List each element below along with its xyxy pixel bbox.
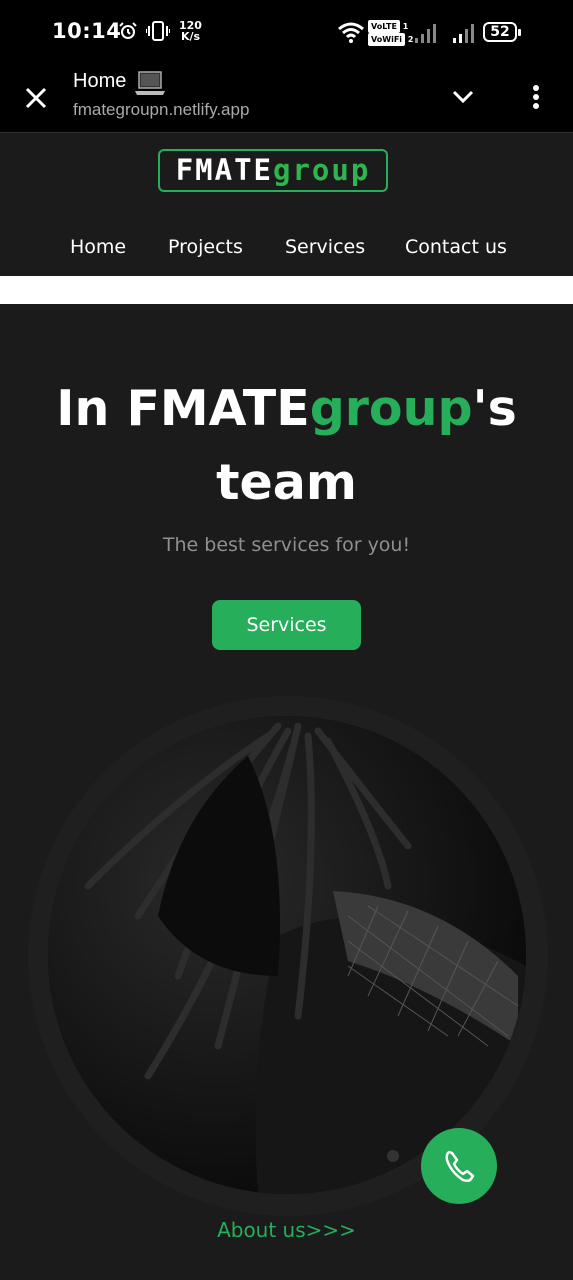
sim-slot-1: 1 <box>402 22 409 31</box>
nav-contact[interactable]: Contact us <box>405 236 507 258</box>
nav-home[interactable]: Home <box>70 236 126 258</box>
call-button[interactable] <box>421 1128 497 1204</box>
hero-section: In FMATEgroup's team The best services f… <box>0 304 573 1280</box>
speed-unit: K/s <box>180 30 201 43</box>
status-bar: 10:14 120 K/s VoLTE 1 VoWiFi 2 52 <box>0 0 573 66</box>
vowifi-label: VoWiFi <box>368 33 406 46</box>
nav-services[interactable]: Services <box>285 236 365 258</box>
laptop-emoji-icon <box>135 71 165 95</box>
site-header: FMATEgroup Home Projects Services Contac… <box>0 133 573 276</box>
browser-toolbar: Home fmategroupn.netlify.app <box>0 66 573 133</box>
hero-heading-part1: In FMATE <box>56 380 310 437</box>
network-speed: 120 K/s <box>179 20 202 42</box>
hero-heading-part2: 's <box>472 380 517 437</box>
hero-heading-green: group <box>309 380 473 437</box>
phone-icon <box>445 1150 475 1183</box>
volte-label: VoLTE <box>368 20 400 33</box>
hero-subtitle: The best services for you! <box>162 534 411 556</box>
divider-strip <box>0 276 573 304</box>
about-us-link[interactable]: About us>>> <box>0 1218 573 1242</box>
hero-heading-part3: team <box>216 454 357 511</box>
battery-indicator: 52 <box>483 22 521 42</box>
site-logo[interactable]: FMATEgroup <box>158 149 388 192</box>
signal-icon-sim1 <box>415 24 436 43</box>
more-options-icon[interactable] <box>526 82 546 112</box>
clock: 10:14 <box>52 19 122 43</box>
nav-projects[interactable]: Projects <box>168 236 243 258</box>
logo-text-white: FMATE <box>175 153 273 187</box>
wifi-icon <box>338 22 364 43</box>
vibrate-icon <box>146 21 170 41</box>
alarm-icon <box>119 22 137 39</box>
page-title: Home <box>73 70 127 92</box>
main-nav: Home Projects Services Contact us <box>0 236 573 266</box>
hero-photo <box>48 716 526 1194</box>
hero-heading: In FMATEgroup's team <box>40 372 533 520</box>
signal-icon-sim2 <box>453 24 474 43</box>
page-url: fmategroupn.netlify.app <box>73 100 250 119</box>
services-button[interactable]: Services <box>212 600 361 650</box>
hero-photo-illustration <box>48 716 526 1194</box>
chevron-down-icon[interactable] <box>450 86 476 108</box>
logo-text-green: group <box>273 153 371 187</box>
volte-indicator: VoLTE 1 VoWiFi 2 <box>368 20 413 46</box>
close-icon[interactable] <box>22 84 50 112</box>
